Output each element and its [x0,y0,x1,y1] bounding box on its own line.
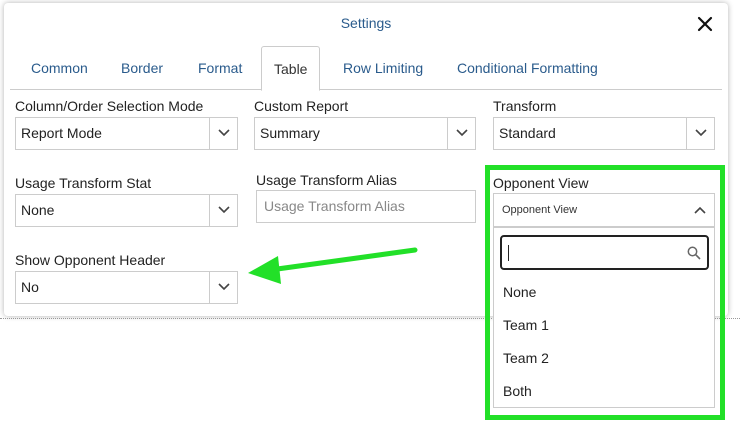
transform-select[interactable]: Standard [493,117,715,150]
transform-value: Standard [499,125,556,141]
show-opponent-header-value: No [21,279,39,295]
dialog-title: Settings [340,15,392,31]
tab-row-limiting[interactable]: Row Limiting [331,46,435,90]
chevron-down-icon [218,283,230,291]
tab-format[interactable]: Format [186,46,254,90]
dropdown-toggle [447,118,475,149]
tab-table[interactable]: Table [261,46,321,91]
dropdown-toggle [209,272,237,303]
chevron-down-icon [218,129,230,137]
highlight-box [485,165,725,420]
usage-transform-stat-select[interactable]: None [15,194,238,227]
tab-common[interactable]: Common [19,46,100,90]
tab-bar: Common Border Format Table Row Limiting … [10,46,722,91]
tab-border[interactable]: Border [109,46,175,90]
column-order-mode-value: Report Mode [21,125,102,141]
show-opponent-header-label: Show Opponent Header [15,252,166,268]
custom-report-value: Summary [260,125,320,141]
show-opponent-header-select[interactable]: No [15,271,238,304]
column-order-mode-select[interactable]: Report Mode [15,117,238,150]
usage-transform-alias-label: Usage Transform Alias [256,172,397,188]
annotation-arrow [248,247,418,284]
close-button[interactable] [694,13,716,35]
usage-transform-stat-label: Usage Transform Stat [15,175,152,191]
dropdown-toggle [686,118,714,149]
custom-report-label: Custom Report [254,98,349,114]
tab-conditional-formatting[interactable]: Conditional Formatting [445,46,610,90]
chevron-down-icon [218,206,230,214]
dropdown-toggle [209,195,237,226]
usage-transform-stat-value: None [21,202,55,218]
custom-report-select[interactable]: Summary [254,117,476,150]
usage-transform-alias-input[interactable]: Usage Transform Alias [256,190,476,223]
column-order-mode-label: Column/Order Selection Mode [15,98,204,114]
chevron-down-icon [456,129,468,137]
dropdown-toggle [209,118,237,149]
chevron-down-icon [695,129,707,137]
close-icon [697,16,713,32]
transform-label: Transform [493,98,557,114]
